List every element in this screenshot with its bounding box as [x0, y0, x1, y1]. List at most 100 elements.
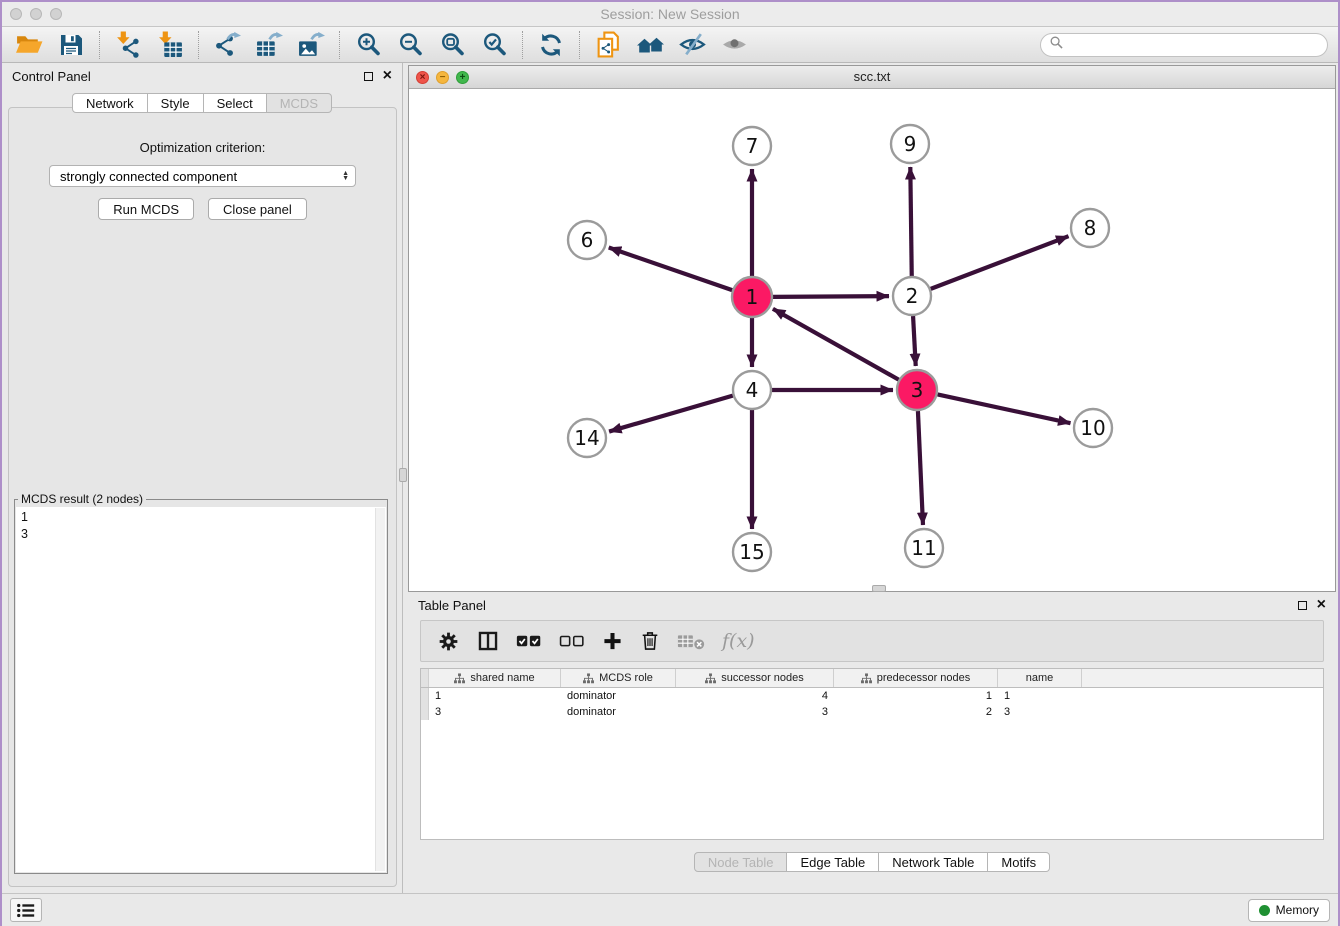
network-window-titlebar[interactable]: × − + scc.txt [409, 66, 1335, 89]
graph-node-4[interactable]: 4 [733, 371, 771, 409]
close-table-panel-icon[interactable]: × [1317, 599, 1326, 611]
table-cell[interactable]: 1 [834, 690, 998, 702]
minimize-network-icon[interactable]: − [436, 71, 449, 84]
add-entry-button[interactable] [602, 631, 623, 652]
zoom-in-button[interactable] [347, 29, 389, 61]
zoom-out-button[interactable] [389, 29, 431, 61]
tab-node-table[interactable]: Node Table [694, 852, 788, 872]
maximize-window-icon[interactable] [50, 8, 62, 20]
graph-node-9[interactable]: 9 [891, 125, 929, 163]
new-network-from-selection-button[interactable] [587, 29, 629, 61]
table-cell[interactable]: dominator [561, 706, 676, 718]
refresh-view-button[interactable] [530, 29, 572, 61]
graph-node-2[interactable]: 2 [893, 277, 931, 315]
tab-network[interactable]: Network [72, 93, 148, 113]
import-network-button[interactable] [107, 29, 149, 61]
network-canvas[interactable]: 7 9 6 8 1 2 4 3 14 10 15 11 [409, 89, 1335, 590]
graph-node-15[interactable]: 15 [733, 533, 771, 571]
open-session-button[interactable] [8, 29, 50, 61]
tab-motifs[interactable]: Motifs [988, 852, 1050, 872]
table-row[interactable]: 1dominator411 [421, 688, 1323, 704]
minimize-window-icon[interactable] [30, 8, 42, 20]
graph-node-1[interactable]: 1 [732, 277, 772, 317]
table-cell[interactable]: 2 [834, 706, 998, 718]
hide-network-button[interactable] [671, 29, 713, 61]
table-cell[interactable]: 1 [998, 690, 1082, 702]
export-image-button[interactable] [290, 29, 332, 61]
graph-node-11[interactable]: 11 [905, 529, 943, 567]
mcds-result-text[interactable]: 1 3 [16, 507, 386, 872]
tab-select[interactable]: Select [204, 93, 267, 113]
new-network-from-selection-icon [595, 31, 622, 58]
tab-network-table[interactable]: Network Table [879, 852, 988, 872]
memory-button[interactable]: Memory [1248, 899, 1330, 922]
graph-edge-4-14[interactable] [609, 396, 733, 432]
tab-mcds[interactable]: MCDS [267, 93, 332, 113]
column-header-shared-name[interactable]: shared name [429, 669, 561, 687]
close-panel-icon[interactable]: × [383, 70, 392, 82]
toolbar-separator [522, 31, 523, 59]
task-history-button[interactable] [10, 898, 42, 922]
search-input[interactable] [1069, 38, 1318, 52]
criterion-dropdown[interactable]: strongly connected component ▲▼ [49, 165, 356, 187]
float-panel-icon[interactable] [364, 72, 373, 81]
graph-edge-1-6[interactable] [609, 248, 732, 291]
select-all-rows-button[interactable] [516, 633, 542, 649]
network-graph[interactable]: 7 9 6 8 1 2 4 3 14 10 15 11 [409, 89, 1335, 590]
graph-node-8[interactable]: 8 [1071, 209, 1109, 247]
svg-text:14: 14 [574, 426, 599, 450]
import-table-button[interactable] [149, 29, 191, 61]
search-box[interactable] [1040, 33, 1328, 57]
graph-edge-3-10[interactable] [938, 394, 1071, 423]
tab-edge-table[interactable]: Edge Table [787, 852, 879, 872]
function-builder-icon: f(x) [722, 630, 755, 652]
zoom-fit-button[interactable] [431, 29, 473, 61]
table-cell[interactable]: 3 [998, 706, 1082, 718]
column-header-predecessor-nodes[interactable]: predecessor nodes [834, 669, 998, 687]
main-toolbar [2, 27, 1338, 63]
window-title: Session: New Session [2, 2, 1338, 26]
graph-edge-2-3[interactable] [913, 316, 916, 366]
run-mcds-button[interactable]: Run MCDS [98, 198, 194, 220]
close-window-icon[interactable] [10, 8, 22, 20]
float-table-panel-icon[interactable] [1298, 601, 1307, 610]
graph-edge-2-9[interactable] [910, 167, 911, 276]
column-header-successor-nodes[interactable]: successor nodes [676, 669, 834, 687]
maximize-network-icon[interactable]: + [456, 71, 469, 84]
horizontal-splitter-grip[interactable] [872, 585, 886, 592]
splitter-grip[interactable] [399, 468, 407, 482]
table-cell[interactable]: dominator [561, 690, 676, 702]
deselect-all-rows-button[interactable] [559, 633, 585, 649]
export-image-icon [298, 31, 325, 58]
graph-edge-3-11[interactable] [918, 411, 923, 525]
table-row[interactable]: 3dominator323 [421, 704, 1323, 720]
close-network-icon[interactable]: × [416, 71, 429, 84]
delete-entry-button[interactable] [640, 630, 660, 652]
graph-node-14[interactable]: 14 [568, 419, 606, 457]
table-cell[interactable]: 3 [676, 706, 834, 718]
graph-node-7[interactable]: 7 [733, 127, 771, 165]
table-body: 1dominator4113dominator323 [421, 688, 1323, 720]
scrollbar[interactable] [375, 508, 385, 871]
split-columns-button[interactable] [477, 630, 499, 652]
table-cell[interactable]: 3 [429, 706, 561, 718]
tab-style[interactable]: Style [148, 93, 204, 113]
graph-node-3[interactable]: 3 [897, 370, 937, 410]
table-cell[interactable]: 1 [429, 690, 561, 702]
graph-edge-3-1[interactable] [773, 309, 899, 380]
export-table-button[interactable] [248, 29, 290, 61]
table-cell[interactable]: 4 [676, 690, 834, 702]
graph-edge-1-2[interactable] [773, 296, 889, 297]
zoom-selected-button[interactable] [473, 29, 515, 61]
column-header-mcds-role[interactable]: MCDS role [561, 669, 676, 687]
graph-edge-2-8[interactable] [931, 236, 1069, 289]
save-session-button[interactable] [50, 29, 92, 61]
graph-node-10[interactable]: 10 [1074, 409, 1112, 447]
table-settings-button[interactable] [437, 630, 460, 653]
close-panel-button[interactable]: Close panel [208, 198, 307, 220]
graph-node-6[interactable]: 6 [568, 221, 606, 259]
network-overview-button[interactable] [629, 29, 671, 61]
open-session-icon [15, 31, 44, 58]
export-network-button[interactable] [206, 29, 248, 61]
column-header-name[interactable]: name [998, 669, 1082, 687]
